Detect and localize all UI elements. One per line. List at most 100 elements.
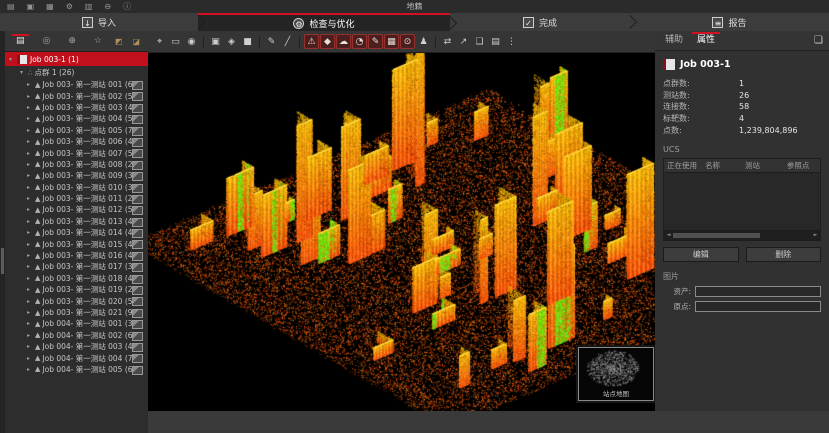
plane-tool-icon[interactable]: ■ <box>240 34 255 49</box>
scroll-right-icon[interactable]: ► <box>811 231 820 240</box>
asset-field[interactable] <box>695 286 821 297</box>
expand-arrow-icon[interactable]: ▸ <box>27 286 35 293</box>
workflow-step-import[interactable]: ↓导入 <box>0 13 198 31</box>
photo-thumbnail-icon[interactable] <box>132 354 143 363</box>
tree-station-row[interactable]: ▸▲Job 003- 第一测站 007 (5) <box>5 147 148 158</box>
marker-warning-icon[interactable]: ⚠ <box>304 34 319 49</box>
expand-arrow-icon[interactable]: ▸ <box>27 252 35 259</box>
marker-cloud-icon[interactable]: ☁ <box>336 34 351 49</box>
tree-station-row[interactable]: ▸▲Job 003- 第一测站 013 (4) <box>5 216 148 227</box>
marker-user-icon[interactable]: ♟ <box>416 34 431 49</box>
tree-station-row[interactable]: ▸▲Job 003- 第一测站 006 (4) <box>5 136 148 147</box>
tab-properties[interactable]: 属性 <box>690 32 722 49</box>
tree-station-row[interactable]: ▸▲Job 003- 第一测站 002 (5) <box>5 90 148 101</box>
tree-station-row[interactable]: ▸▲Job 003- 第一测站 014 (4) <box>5 227 148 238</box>
expand-arrow-icon[interactable]: ▸ <box>27 320 35 327</box>
expand-arrow-icon[interactable]: ▸ <box>27 150 35 157</box>
marker-pencil-icon[interactable]: ✎ <box>368 34 383 49</box>
photo-thumbnail-icon[interactable] <box>132 184 143 193</box>
tree-station-row[interactable]: ▸▲Job 004- 第一测站 001 (3) <box>5 318 148 329</box>
photo-thumbnail-icon[interactable] <box>132 115 143 124</box>
expand-arrow-icon[interactable]: ▸ <box>27 195 35 202</box>
storage-card-icon[interactable]: ▦ <box>46 3 54 11</box>
ucs-hscroll-thumb[interactable] <box>673 233 760 238</box>
more-icon[interactable]: ⋮ <box>504 34 519 49</box>
expand-arrow-icon[interactable]: ▸ <box>27 184 35 191</box>
expand-arrow-icon[interactable]: ▸ <box>27 309 35 316</box>
measure-line-icon[interactable]: ╱ <box>280 34 295 49</box>
marker-pin-icon[interactable]: ⊙ <box>400 34 415 49</box>
photo-thumbnail-icon[interactable] <box>132 332 143 341</box>
tree-station-row[interactable]: ▸▲Job 004- 第一测站 002 (6) <box>5 330 148 341</box>
photo-thumbnail-icon[interactable] <box>132 206 143 215</box>
photo-thumbnail-icon[interactable] <box>132 104 143 113</box>
expand-arrow-icon[interactable]: ▸ <box>27 218 35 225</box>
ucs-table[interactable]: 正在使用名称测站参照点 ◄ ► <box>663 158 821 241</box>
expand-arrow-icon[interactable]: ▸ <box>27 229 35 236</box>
expand-arrow-icon[interactable]: ▸ <box>27 138 35 145</box>
zoom-select-icon[interactable]: ◉ <box>184 34 199 49</box>
photo-thumbnail-icon[interactable] <box>132 343 143 352</box>
info-icon[interactable]: ⓘ <box>123 3 131 11</box>
scroll-left-icon[interactable]: ◄ <box>664 231 673 240</box>
photo-thumbnail-icon[interactable] <box>132 195 143 204</box>
viewport-3d[interactable]: ⌖▭◉▣◈■✎╱⚠◆☁◔✎▦⊙♟⇄↗❏▤⋮ 站点地图 <box>148 31 655 411</box>
photo-thumbnail-icon[interactable] <box>132 297 143 306</box>
snapshot-icon[interactable]: ❏ <box>472 34 487 49</box>
workflow-step-report[interactable]: ≡报告 <box>630 13 829 31</box>
tab-attachments-icon[interactable]: ◎ <box>37 34 57 49</box>
collapse-arrow-icon[interactable]: ▾ <box>20 69 28 76</box>
expand-arrow-icon[interactable]: ▸ <box>27 172 35 179</box>
tree-station-row[interactable]: ▸▲Job 003- 第一测站 005 (7) <box>5 125 148 136</box>
photo-thumbnail-icon[interactable] <box>132 320 143 329</box>
edit-button[interactable]: 编辑 <box>663 247 739 262</box>
expand-arrow-icon[interactable]: ▸ <box>27 332 35 339</box>
tab-auxiliary[interactable]: 辅助 <box>658 32 690 49</box>
photo-thumbnail-icon[interactable] <box>132 252 143 261</box>
camera-icon[interactable]: ▣ <box>208 34 223 49</box>
filter-images-icon[interactable]: ◪ <box>129 35 143 48</box>
expand-arrow-icon[interactable]: ▸ <box>27 366 35 373</box>
tree-cluster-row[interactable]: ▾ ∴ 点群 1 (26) <box>5 66 148 79</box>
photo-thumbnail-icon[interactable] <box>132 149 143 158</box>
expand-arrow-icon[interactable]: ▸ <box>27 343 35 350</box>
marker-tag-icon[interactable]: ◆ <box>320 34 335 49</box>
minimap[interactable]: 站点地图 <box>578 347 654 401</box>
photo-thumbnail-icon[interactable] <box>132 366 143 375</box>
expand-arrow-icon[interactable]: ▸ <box>27 355 35 362</box>
help-icon[interactable]: ⊖ <box>104 3 111 11</box>
settings-gear-icon[interactable]: ⚙ <box>66 3 73 11</box>
photo-thumbnail-icon[interactable] <box>132 263 143 272</box>
tree-root-job[interactable]: ▾ Job 003-1 (1) <box>5 52 148 66</box>
display-settings-icon[interactable]: ▤ <box>488 34 503 49</box>
photo-thumbnail-icon[interactable] <box>132 172 143 181</box>
expand-arrow-icon[interactable]: ▸ <box>27 263 35 270</box>
photo-thumbnail-icon[interactable] <box>132 309 143 318</box>
tree-station-row[interactable]: ▸▲Job 003- 第一测站 003 (4) <box>5 102 148 113</box>
tree-scrollbar-thumb[interactable] <box>1 248 4 274</box>
tree-station-row[interactable]: ▸▲Job 004- 第一测站 003 (4) <box>5 341 148 352</box>
delete-icon[interactable]: ▥ <box>85 3 93 11</box>
tree-station-row[interactable]: ▸▲Job 003- 第一测站 018 (4) <box>5 273 148 284</box>
cascade-windows-icon[interactable]: ❏ <box>814 35 826 46</box>
expand-arrow-icon[interactable]: ▸ <box>27 241 35 248</box>
photo-thumbnail-icon[interactable] <box>132 240 143 249</box>
expand-arrow-icon[interactable]: ▸ <box>27 161 35 168</box>
tree-station-row[interactable]: ▸▲Job 003- 第一测站 009 (3) <box>5 170 148 181</box>
tab-web-icon[interactable]: ⊕ <box>62 34 82 49</box>
workflow-step-finish[interactable]: ✓完成 <box>450 13 630 31</box>
marker-sphere-icon[interactable]: ◔ <box>352 34 367 49</box>
rectangle-select-icon[interactable]: ▭ <box>168 34 183 49</box>
tree-station-row[interactable]: ▸▲Job 003- 第一测站 004 (5) <box>5 113 148 124</box>
tree-station-row[interactable]: ▸▲Job 003- 第一测站 016 (4) <box>5 250 148 261</box>
tree-station-row[interactable]: ▸▲Job 003- 第一测站 017 (3) <box>5 261 148 272</box>
photo-thumbnail-icon[interactable] <box>132 138 143 147</box>
filter-stations-icon[interactable]: ◩ <box>112 35 126 48</box>
tab-project-tree-icon[interactable]: ▤ <box>10 34 31 49</box>
origin-field[interactable] <box>695 301 821 312</box>
open-folder-icon[interactable]: ▤ <box>7 3 15 11</box>
photo-thumbnail-icon[interactable] <box>132 275 143 284</box>
swap-icon[interactable]: ⇄ <box>440 34 455 49</box>
photo-thumbnail-icon[interactable] <box>132 161 143 170</box>
photo-thumbnail-icon[interactable] <box>132 218 143 227</box>
